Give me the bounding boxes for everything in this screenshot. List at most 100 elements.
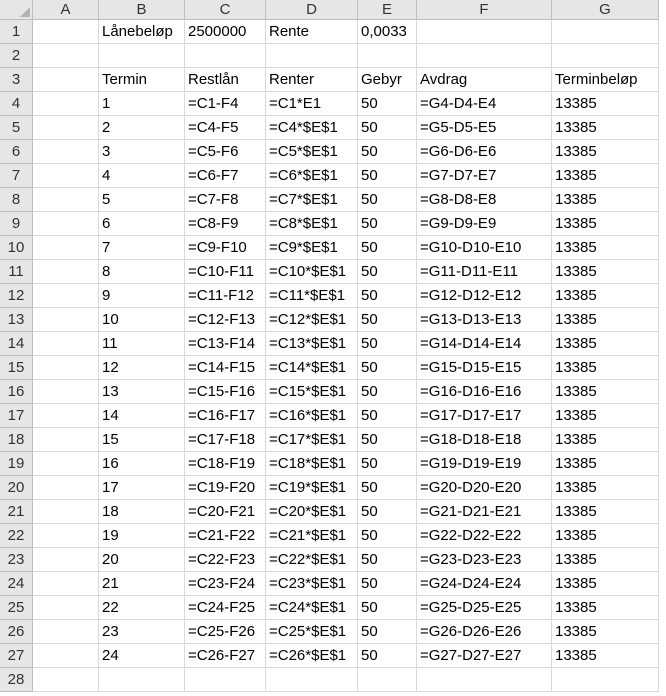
cell-a6[interactable] [33, 140, 99, 164]
cell-b24[interactable]: 21 [99, 572, 185, 596]
cell-b10[interactable]: 7 [99, 236, 185, 260]
cell-a24[interactable] [33, 572, 99, 596]
cell-c26[interactable]: =C25-F26 [185, 620, 266, 644]
cell-f9[interactable]: =G9-D9-E9 [417, 212, 552, 236]
cell-b27[interactable]: 24 [99, 644, 185, 668]
cell-c17[interactable]: =C16-F17 [185, 404, 266, 428]
cell-f13[interactable]: =G13-D13-E13 [417, 308, 552, 332]
cell-f6[interactable]: =G6-D6-E6 [417, 140, 552, 164]
cell-f19[interactable]: =G19-D19-E19 [417, 452, 552, 476]
cell-d20[interactable]: =C19*$E$1 [266, 476, 358, 500]
cell-d11[interactable]: =C10*$E$1 [266, 260, 358, 284]
cell-c11[interactable]: =C10-F11 [185, 260, 266, 284]
cell-a11[interactable] [33, 260, 99, 284]
cell-d17[interactable]: =C16*$E$1 [266, 404, 358, 428]
row-header-17[interactable]: 17 [0, 404, 33, 428]
cell-b4[interactable]: 1 [99, 92, 185, 116]
cell-d22[interactable]: =C21*$E$1 [266, 524, 358, 548]
cell-f18[interactable]: =G18-D18-E18 [417, 428, 552, 452]
row-header-11[interactable]: 11 [0, 260, 33, 284]
cell-g17[interactable]: 13385 [552, 404, 659, 428]
cell-d26[interactable]: =C25*$E$1 [266, 620, 358, 644]
cell-c5[interactable]: =C4-F5 [185, 116, 266, 140]
row-header-25[interactable]: 25 [0, 596, 33, 620]
cell-b12[interactable]: 9 [99, 284, 185, 308]
cell-b28[interactable] [99, 668, 185, 692]
column-header-a[interactable]: A [33, 0, 99, 20]
cell-f20[interactable]: =G20-D20-E20 [417, 476, 552, 500]
cell-a21[interactable] [33, 500, 99, 524]
cell-f24[interactable]: =G24-D24-E24 [417, 572, 552, 596]
cell-a15[interactable] [33, 356, 99, 380]
cell-g6[interactable]: 13385 [552, 140, 659, 164]
cell-f27[interactable]: =G27-D27-E27 [417, 644, 552, 668]
cell-e26[interactable]: 50 [358, 620, 417, 644]
cell-a7[interactable] [33, 164, 99, 188]
cell-a9[interactable] [33, 212, 99, 236]
cell-d3[interactable]: Renter [266, 68, 358, 92]
cell-f11[interactable]: =G11-D11-E11 [417, 260, 552, 284]
cell-g8[interactable]: 13385 [552, 188, 659, 212]
cell-g20[interactable]: 13385 [552, 476, 659, 500]
cell-d27[interactable]: =C26*$E$1 [266, 644, 358, 668]
row-header-3[interactable]: 3 [0, 68, 33, 92]
cell-e11[interactable]: 50 [358, 260, 417, 284]
cell-g22[interactable]: 13385 [552, 524, 659, 548]
cell-c18[interactable]: =C17-F18 [185, 428, 266, 452]
cell-a12[interactable] [33, 284, 99, 308]
cell-c2[interactable] [185, 44, 266, 68]
column-header-b[interactable]: B [99, 0, 185, 20]
row-header-23[interactable]: 23 [0, 548, 33, 572]
cell-a22[interactable] [33, 524, 99, 548]
cell-e7[interactable]: 50 [358, 164, 417, 188]
cell-b15[interactable]: 12 [99, 356, 185, 380]
cell-g1[interactable] [552, 20, 659, 44]
cell-f22[interactable]: =G22-D22-E22 [417, 524, 552, 548]
cell-a14[interactable] [33, 332, 99, 356]
cell-g19[interactable]: 13385 [552, 452, 659, 476]
cell-e4[interactable]: 50 [358, 92, 417, 116]
cell-c23[interactable]: =C22-F23 [185, 548, 266, 572]
cell-e23[interactable]: 50 [358, 548, 417, 572]
column-header-e[interactable]: E [358, 0, 417, 20]
cell-b8[interactable]: 5 [99, 188, 185, 212]
cell-e18[interactable]: 50 [358, 428, 417, 452]
cell-b21[interactable]: 18 [99, 500, 185, 524]
row-header-7[interactable]: 7 [0, 164, 33, 188]
cell-d1[interactable]: Rente [266, 20, 358, 44]
cell-d23[interactable]: =C22*$E$1 [266, 548, 358, 572]
cell-g10[interactable]: 13385 [552, 236, 659, 260]
cell-a17[interactable] [33, 404, 99, 428]
cell-d4[interactable]: =C1*E1 [266, 92, 358, 116]
row-header-8[interactable]: 8 [0, 188, 33, 212]
cell-d12[interactable]: =C11*$E$1 [266, 284, 358, 308]
row-header-28[interactable]: 28 [0, 668, 33, 692]
cell-e2[interactable] [358, 44, 417, 68]
cell-f17[interactable]: =G17-D17-E17 [417, 404, 552, 428]
cell-e8[interactable]: 50 [358, 188, 417, 212]
cell-g7[interactable]: 13385 [552, 164, 659, 188]
cell-f7[interactable]: =G7-D7-E7 [417, 164, 552, 188]
row-header-18[interactable]: 18 [0, 428, 33, 452]
row-header-2[interactable]: 2 [0, 44, 33, 68]
cell-e5[interactable]: 50 [358, 116, 417, 140]
cell-c14[interactable]: =C13-F14 [185, 332, 266, 356]
cell-g14[interactable]: 13385 [552, 332, 659, 356]
cell-b23[interactable]: 20 [99, 548, 185, 572]
cell-b5[interactable]: 2 [99, 116, 185, 140]
cell-c8[interactable]: =C7-F8 [185, 188, 266, 212]
cell-g12[interactable]: 13385 [552, 284, 659, 308]
row-header-4[interactable]: 4 [0, 92, 33, 116]
cell-b11[interactable]: 8 [99, 260, 185, 284]
cell-d14[interactable]: =C13*$E$1 [266, 332, 358, 356]
cell-c28[interactable] [185, 668, 266, 692]
row-header-9[interactable]: 9 [0, 212, 33, 236]
cell-a25[interactable] [33, 596, 99, 620]
cell-f4[interactable]: =G4-D4-E4 [417, 92, 552, 116]
cell-c15[interactable]: =C14-F15 [185, 356, 266, 380]
cell-g11[interactable]: 13385 [552, 260, 659, 284]
cell-e24[interactable]: 50 [358, 572, 417, 596]
cell-c1[interactable]: 2500000 [185, 20, 266, 44]
row-header-27[interactable]: 27 [0, 644, 33, 668]
cell-a18[interactable] [33, 428, 99, 452]
